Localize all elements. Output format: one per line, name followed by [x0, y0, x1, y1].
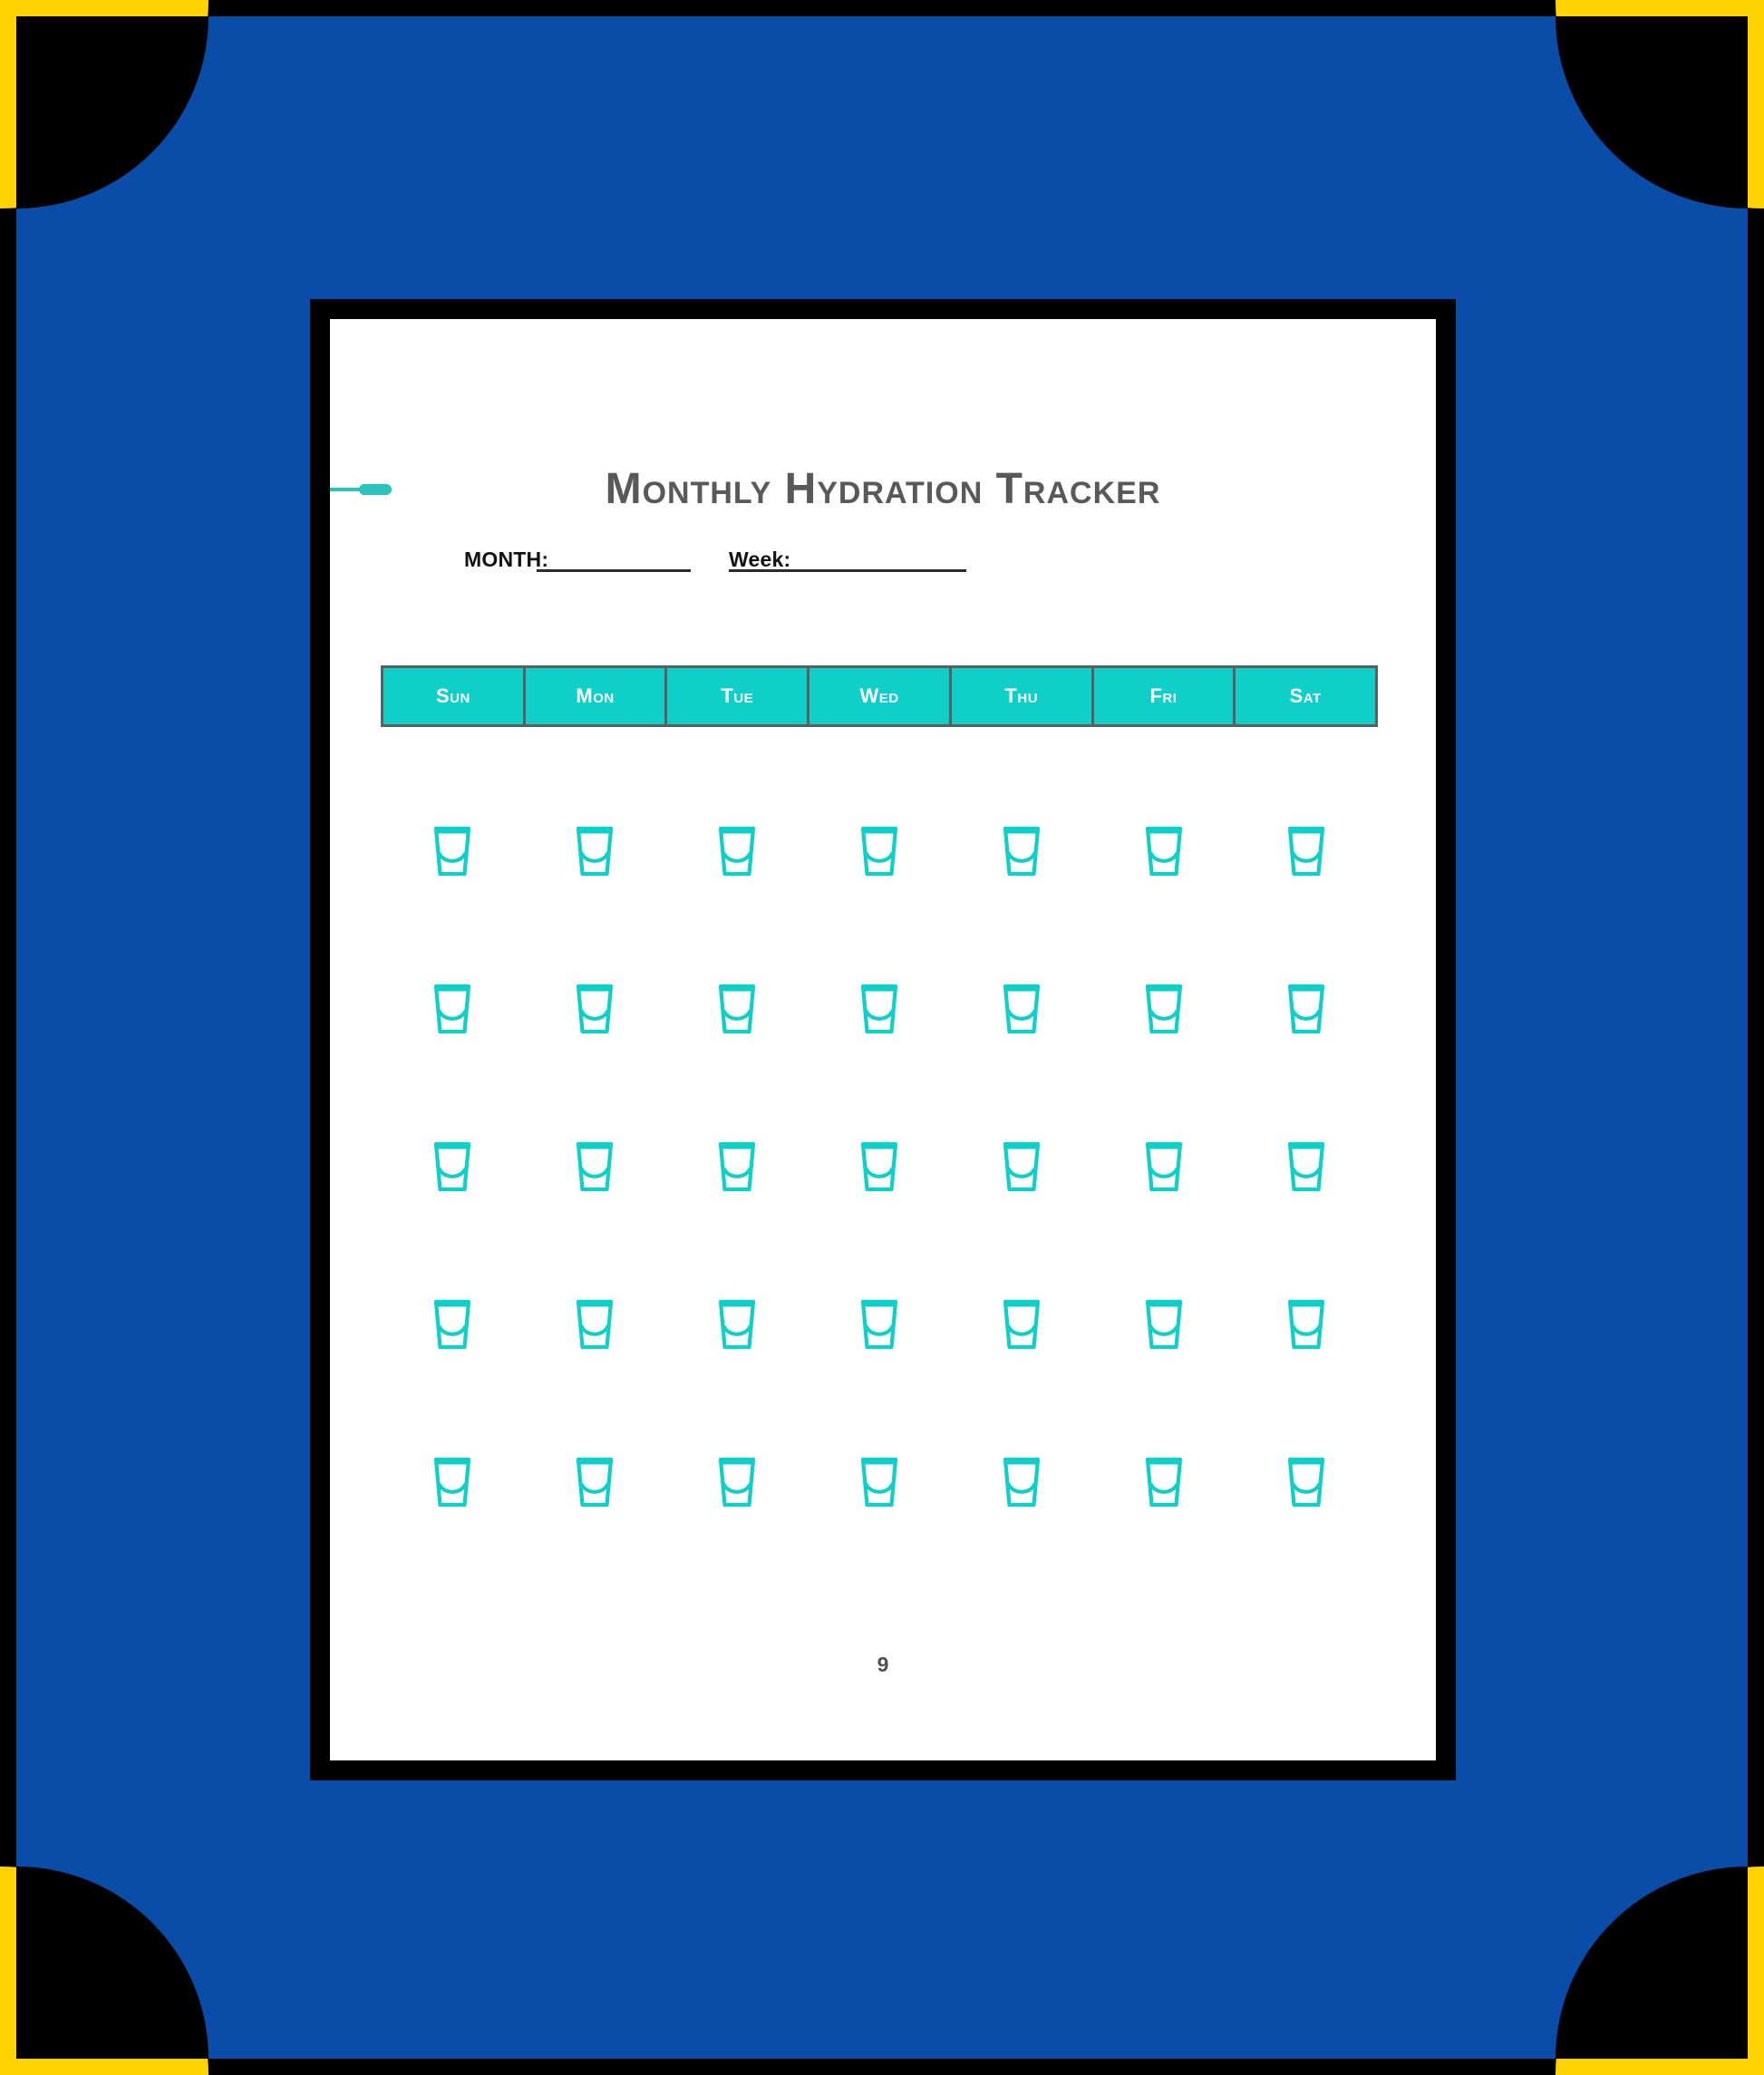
glass-cell-fri-week1[interactable]: [1093, 772, 1236, 930]
glass-cell-mon-week5[interactable]: [523, 1403, 665, 1561]
glass-cell-wed-week1[interactable]: [808, 772, 950, 930]
blue-panel-notch-bottom-right: [1556, 1867, 1748, 2059]
weekday-header-sun: Sun: [381, 665, 526, 727]
glass-cell-fri-week2[interactable]: [1093, 930, 1236, 1088]
water-glass-icon: [575, 1298, 615, 1351]
blue-panel-notch-bottom-left: [16, 1867, 208, 2059]
water-glass-icon: [1144, 825, 1184, 878]
glass-cell-wed-week5[interactable]: [808, 1403, 950, 1561]
water-glass-icon: [1144, 1298, 1184, 1351]
month-field-group: MONTH:: [464, 548, 691, 572]
water-glass-icon: [1002, 825, 1042, 878]
glass-cell-tue-week4[interactable]: [665, 1246, 808, 1403]
glass-cell-tue-week3[interactable]: [665, 1088, 808, 1246]
water-glass-icon: [1002, 1298, 1042, 1351]
worksheet-page: Monthly Hydration Tracker MONTH: Week: S…: [330, 319, 1436, 1760]
weekday-header-wed: Wed: [807, 665, 952, 727]
glass-cell-wed-week2[interactable]: [808, 930, 950, 1088]
water-glass-icon: [1286, 1456, 1326, 1508]
glass-cell-mon-week1[interactable]: [523, 772, 665, 930]
water-glass-icon: [575, 1140, 615, 1193]
glass-cell-sun-week3[interactable]: [381, 1088, 523, 1246]
water-glass-icon: [432, 1298, 472, 1351]
glass-cell-wed-week4[interactable]: [808, 1246, 950, 1403]
glass-cell-sun-week1[interactable]: [381, 772, 523, 930]
glass-cell-wed-week3[interactable]: [808, 1088, 950, 1246]
glass-cell-thu-week5[interactable]: [951, 1403, 1093, 1561]
form-fields: MONTH: Week:: [464, 548, 1307, 611]
water-glass-icon: [1144, 1456, 1184, 1508]
week-field-label: Week:: [729, 548, 791, 571]
page-title: Monthly Hydration Tracker: [605, 465, 1161, 513]
weekday-header-row: Sun Mon Tue Wed Thu Fri Sat: [381, 665, 1379, 727]
blue-panel-notch-top-left: [16, 16, 208, 208]
glass-cell-thu-week1[interactable]: [951, 772, 1093, 930]
weekday-header-fri: Fri: [1090, 665, 1236, 727]
glass-cell-tue-week2[interactable]: [665, 930, 808, 1088]
water-glass-icon: [859, 825, 899, 878]
glass-cell-thu-week3[interactable]: [951, 1088, 1093, 1246]
glass-cell-mon-week4[interactable]: [523, 1246, 665, 1403]
glass-cell-sun-week5[interactable]: [381, 1403, 523, 1561]
glass-cell-sat-week4[interactable]: [1236, 1246, 1378, 1403]
water-glass-icon: [859, 1140, 899, 1193]
weekday-header-tue: Tue: [664, 665, 810, 727]
week-field-group: Week:: [729, 548, 966, 572]
glass-cell-tue-week1[interactable]: [665, 772, 808, 930]
weekday-header-mon: Mon: [522, 665, 668, 727]
glass-cell-tue-week5[interactable]: [665, 1403, 808, 1561]
water-glass-icon: [717, 1140, 757, 1193]
month-field-label: MONTH:: [464, 548, 549, 571]
water-glass-icon: [717, 1456, 757, 1508]
water-glass-icon: [1286, 983, 1326, 1035]
water-glass-icon: [575, 1456, 615, 1508]
water-glass-icon: [717, 825, 757, 878]
glass-cell-mon-week2[interactable]: [523, 930, 665, 1088]
glass-cell-sat-week5[interactable]: [1236, 1403, 1378, 1561]
water-glass-icon: [1144, 983, 1184, 1035]
water-glass-icon: [432, 1140, 472, 1193]
water-glass-icon: [432, 983, 472, 1035]
water-glass-icon: [1286, 1298, 1326, 1351]
water-glass-icon: [859, 1456, 899, 1508]
worksheet-frame: Monthly Hydration Tracker MONTH: Week: S…: [310, 299, 1456, 1780]
water-glass-icon: [1144, 1140, 1184, 1193]
weekday-header-thu: Thu: [948, 665, 1094, 727]
water-glass-icon: [1002, 1140, 1042, 1193]
glass-cell-sat-week1[interactable]: [1236, 772, 1378, 930]
glass-cell-sat-week3[interactable]: [1236, 1088, 1378, 1246]
weekday-header-sat: Sat: [1233, 665, 1379, 727]
glass-cell-sat-week2[interactable]: [1236, 930, 1378, 1088]
water-glass-icon: [1002, 983, 1042, 1035]
month-field-input[interactable]: [537, 569, 691, 572]
glass-cell-sun-week2[interactable]: [381, 930, 523, 1088]
page-number: 9: [877, 1653, 889, 1676]
glass-cell-thu-week2[interactable]: [951, 930, 1093, 1088]
water-glass-icon: [575, 983, 615, 1035]
water-glass-icon: [1002, 1456, 1042, 1508]
water-glass-icon: [432, 825, 472, 878]
water-glass-icon: [432, 1456, 472, 1508]
glass-cell-sun-week4[interactable]: [381, 1246, 523, 1403]
glass-cell-fri-week5[interactable]: [1093, 1403, 1236, 1561]
poster-background: Monthly Hydration Tracker MONTH: Week: S…: [0, 0, 1764, 2075]
water-glass-icon: [1286, 825, 1326, 878]
water-glass-icon: [859, 983, 899, 1035]
water-glass-icon: [859, 1298, 899, 1351]
glass-cell-fri-week4[interactable]: [1093, 1246, 1236, 1403]
blue-panel-notch-top-right: [1556, 16, 1748, 208]
water-glass-icon: [575, 825, 615, 878]
week-field-input[interactable]: [729, 569, 966, 572]
glass-cell-thu-week4[interactable]: [951, 1246, 1093, 1403]
glass-cell-mon-week3[interactable]: [523, 1088, 665, 1246]
hydration-glass-grid: [381, 772, 1378, 1561]
water-glass-icon: [717, 983, 757, 1035]
water-glass-icon: [1286, 1140, 1326, 1193]
water-glass-icon: [717, 1298, 757, 1351]
glass-cell-fri-week3[interactable]: [1093, 1088, 1236, 1246]
